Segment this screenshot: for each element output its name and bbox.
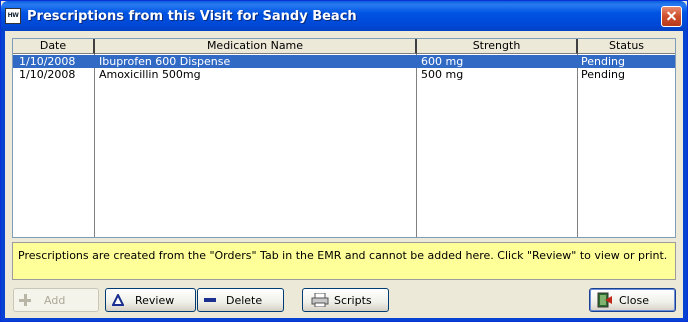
review-button-label: Review [135, 294, 175, 307]
delete-button-label: Delete [226, 294, 263, 307]
prescriptions-grid[interactable]: Date Medication Name Strength Status 1/1… [12, 38, 676, 238]
close-button-label: Close [619, 294, 649, 307]
column-divider [416, 54, 417, 237]
scripts-button-label: Scripts [334, 294, 372, 307]
column-divider [94, 54, 95, 237]
app-icon: HW [5, 8, 21, 24]
close-button[interactable]: Close [589, 288, 676, 312]
delete-button[interactable]: Delete [197, 288, 284, 312]
cell-strength: 500 mg [421, 68, 464, 81]
scripts-button[interactable]: Scripts [302, 288, 389, 312]
column-header-medication-name[interactable]: Medication Name [95, 39, 417, 54]
cell-date: 1/10/2008 [19, 55, 76, 68]
printer-icon [311, 293, 329, 307]
window-frame-left [1, 31, 5, 321]
info-message: Prescriptions are created from the "Orde… [12, 242, 676, 280]
title-bar[interactable]: HW Prescriptions from this Visit for San… [1, 1, 687, 31]
plus-icon [19, 294, 31, 306]
window-frame-right [683, 31, 687, 321]
table-row[interactable]: 1/10/2008 Amoxicillin 500mg 500 mg Pendi… [13, 68, 675, 81]
column-divider [577, 54, 578, 237]
prescriptions-window: HW Prescriptions from this Visit for San… [0, 0, 688, 322]
window-frame-bottom [1, 318, 687, 321]
column-header-status[interactable]: Status [578, 39, 675, 54]
minus-icon [204, 298, 216, 302]
column-header-date[interactable]: Date [13, 39, 95, 54]
cell-medication-name: Amoxicillin 500mg [99, 68, 201, 81]
cell-status: Pending [581, 55, 625, 68]
column-header-strength[interactable]: Strength [417, 39, 578, 54]
cell-date: 1/10/2008 [19, 68, 76, 81]
add-button[interactable]: Add [13, 288, 99, 312]
add-button-label: Add [44, 294, 66, 307]
window-close-button[interactable] [661, 6, 682, 27]
window-title: Prescriptions from this Visit for Sandy … [27, 9, 357, 24]
cell-status: Pending [581, 68, 625, 81]
review-button[interactable]: Review [105, 288, 196, 312]
table-row[interactable]: 1/10/2008 Ibuprofen 600 Dispense 600 mg … [13, 55, 675, 68]
exit-door-icon [597, 292, 612, 308]
cell-strength: 600 mg [421, 55, 464, 68]
cell-medication-name: Ibuprofen 600 Dispense [99, 55, 231, 68]
triangle-icon [112, 294, 124, 306]
